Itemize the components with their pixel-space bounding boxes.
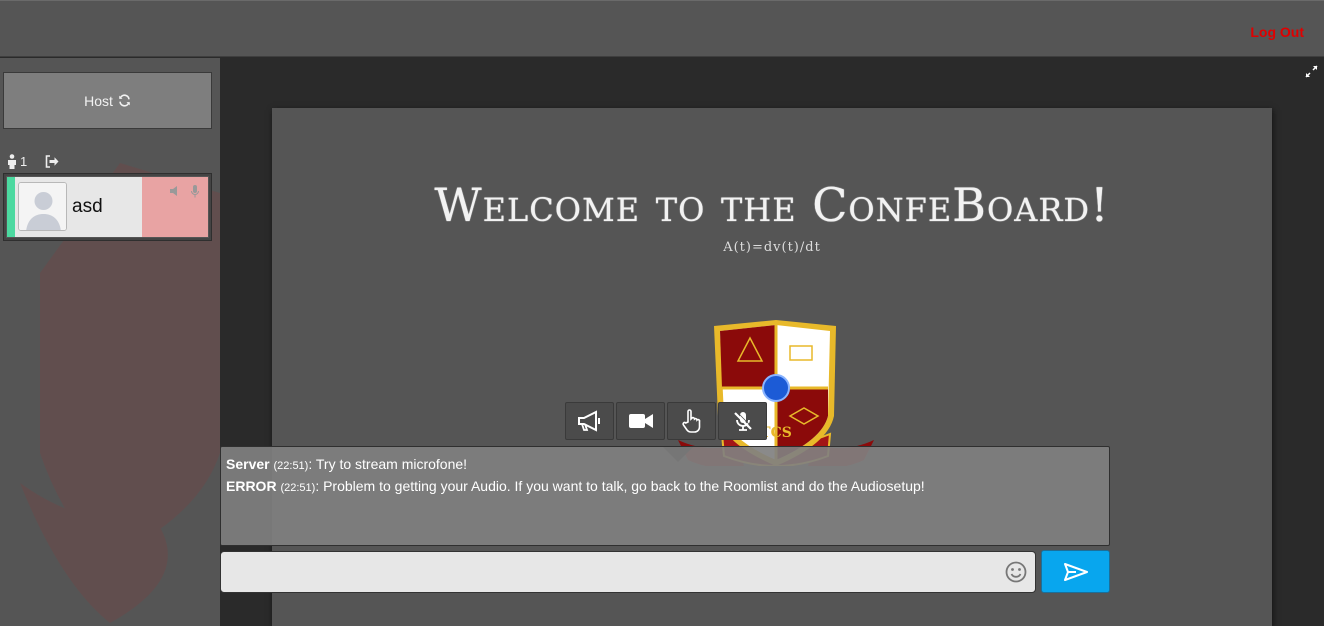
person-icon xyxy=(8,154,16,169)
video-camera-icon xyxy=(628,414,653,428)
sign-out-icon[interactable] xyxy=(45,155,59,168)
chat-log: Server (22:51): Try to stream microfone!… xyxy=(220,446,1110,546)
user-card[interactable]: asd xyxy=(3,173,212,241)
chat-text: : Problem to getting your Audio. If you … xyxy=(315,478,925,494)
microphone-muted-icon xyxy=(733,411,753,431)
whiteboard[interactable]: Welcome to the ConfeBoard! A(t)=dv(t)/dt… xyxy=(272,108,1272,626)
fullscreen-expand-icon[interactable] xyxy=(1305,65,1318,78)
chat-input-container xyxy=(220,551,1036,593)
sidebar: Host 1 asd xyxy=(0,58,220,626)
logout-link[interactable]: Log Out xyxy=(1250,24,1304,40)
avatar xyxy=(18,182,67,231)
camera-button[interactable] xyxy=(616,402,665,440)
user-media-status xyxy=(142,177,208,237)
chat-sender: Server xyxy=(226,456,270,472)
mute-button[interactable] xyxy=(718,402,767,440)
send-arrow-icon xyxy=(1063,562,1088,581)
chat-timestamp: (22:51) xyxy=(280,482,316,494)
chat-sender: ERROR xyxy=(226,478,277,494)
chat-message: Server (22:51): Try to stream microfone! xyxy=(226,454,1104,476)
tcs-crest-logo: TCS xyxy=(678,320,874,466)
default-avatar-icon xyxy=(19,183,66,230)
user-card-body: asd xyxy=(6,176,209,238)
chat-input[interactable] xyxy=(221,552,991,592)
microphone-icon[interactable] xyxy=(191,185,199,198)
media-toolbar xyxy=(565,402,767,440)
board-title: Welcome to the ConfeBoard! xyxy=(434,178,1110,232)
megaphone-icon xyxy=(577,410,600,432)
refresh-icon xyxy=(119,94,130,107)
emoji-icon[interactable] xyxy=(1005,561,1027,583)
chat-text: : Try to stream microfone! xyxy=(308,456,468,472)
speaker-icon[interactable] xyxy=(170,186,180,196)
chat-message: ERROR (22:51): Problem to getting your A… xyxy=(226,476,1104,498)
send-button[interactable] xyxy=(1041,550,1110,593)
user-status-indicator xyxy=(7,177,15,237)
host-button[interactable]: Host xyxy=(3,72,212,129)
user-stats: 1 xyxy=(7,154,59,169)
top-bar: Log Out xyxy=(0,0,1324,57)
board-subtitle: A(t)=dv(t)/dt xyxy=(723,240,821,255)
pointer-button[interactable] xyxy=(667,402,716,440)
user-count: 1 xyxy=(20,154,28,169)
user-name: asd xyxy=(72,196,103,217)
host-button-label: Host xyxy=(84,92,113,109)
hand-pointer-icon xyxy=(681,409,700,433)
chat-timestamp: (22:51) xyxy=(273,460,309,472)
broadcast-button[interactable] xyxy=(565,402,614,440)
